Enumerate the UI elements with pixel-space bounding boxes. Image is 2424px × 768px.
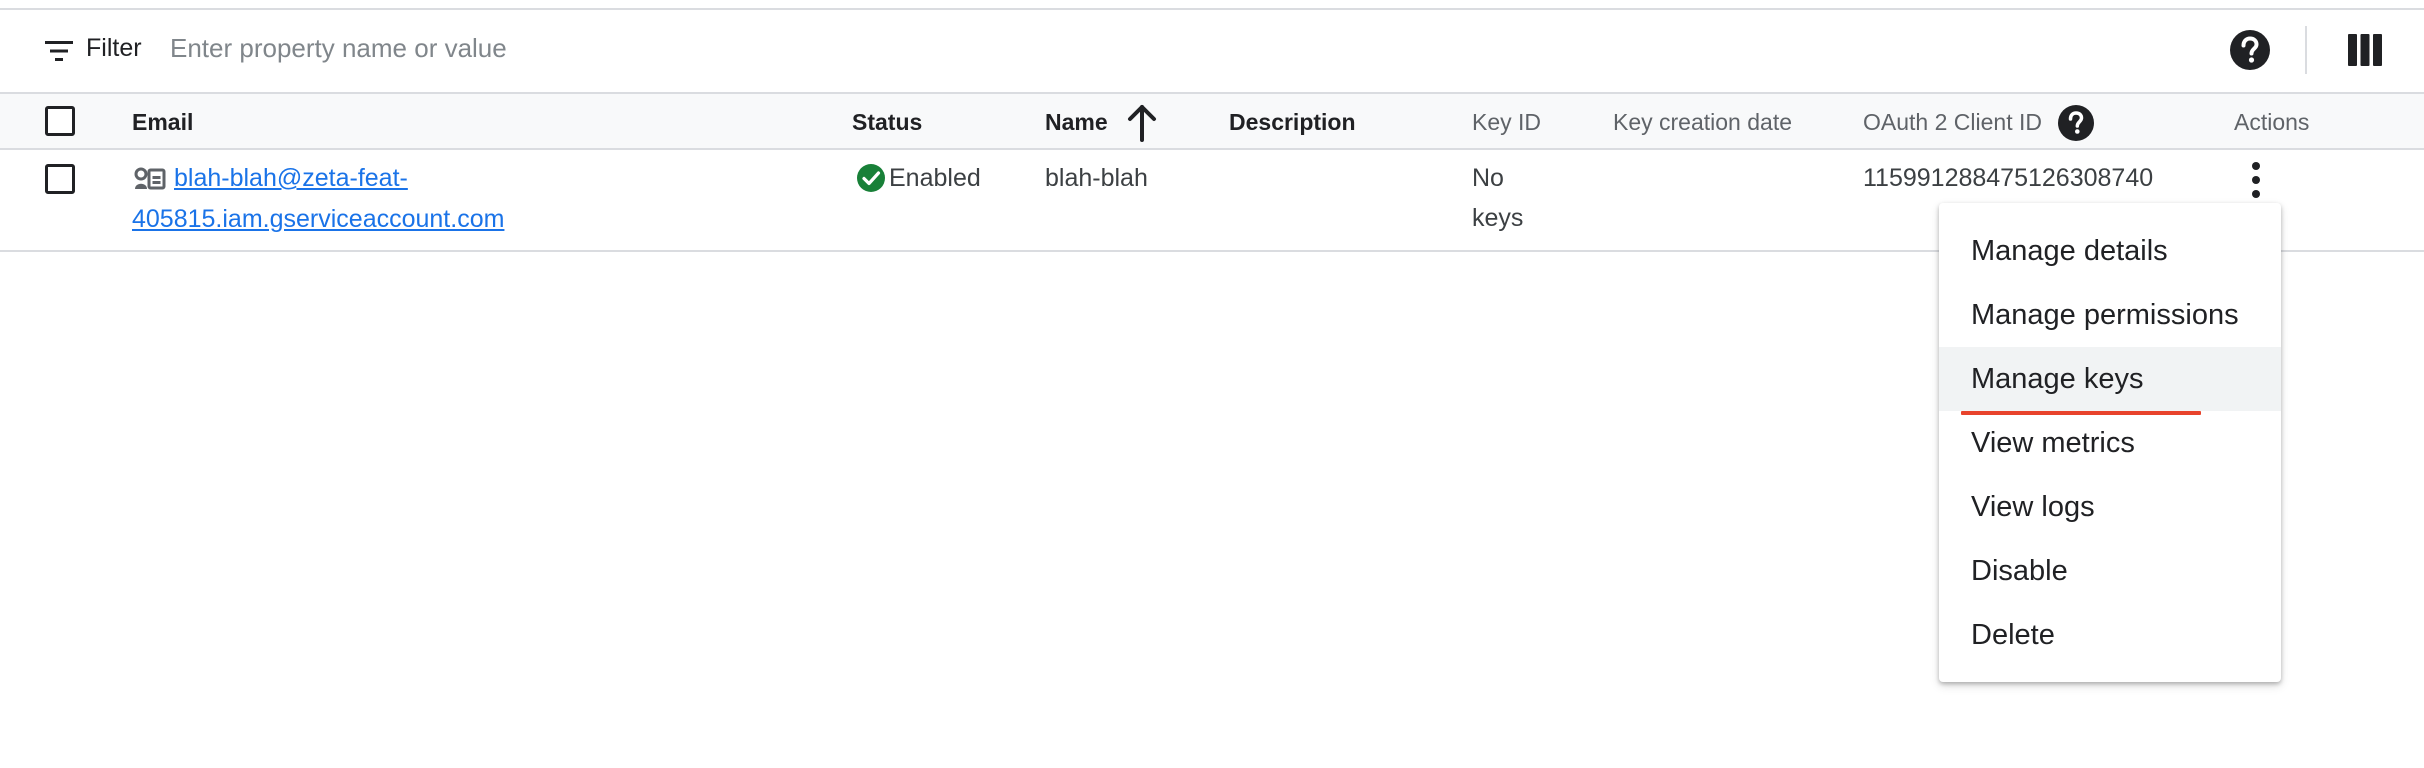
status-text: Enabled	[889, 164, 981, 192]
column-header-description[interactable]: Description	[1229, 108, 1356, 136]
column-header-actions: Actions	[2234, 109, 2310, 135]
menu-item-manage-details[interactable]: Manage details	[1939, 219, 2281, 283]
name-cell: blah-blah	[1045, 164, 1148, 192]
service-account-email-link-continued[interactable]: 405815.iam.gserviceaccount.com	[132, 199, 504, 239]
key-id-cell: No	[1472, 164, 1504, 192]
menu-item-disable[interactable]: Disable	[1939, 539, 2281, 603]
toolbar-divider	[2305, 26, 2307, 74]
service-accounts-page: Filter Email Status Name Description Key…	[0, 0, 2424, 768]
sort-ascending-arrow-icon[interactable]	[1126, 104, 1158, 142]
column-header-oauth-client-id: OAuth 2 Client ID	[1863, 109, 2042, 135]
menu-item-manage-keys[interactable]: Manage keys	[1939, 347, 2281, 415]
menu-item-delete[interactable]: Delete	[1939, 603, 2281, 667]
filter-label: Filter	[86, 34, 142, 62]
table-header-row: Email Status Name Description Key ID Key…	[0, 92, 2424, 150]
column-header-name[interactable]: Name	[1045, 108, 1108, 136]
filter-bar: Filter	[0, 10, 2424, 92]
filter-icon[interactable]	[44, 38, 74, 64]
key-id-cell-continued: keys	[1472, 204, 1524, 232]
column-header-key-id: Key ID	[1472, 109, 1542, 135]
service-account-icon	[134, 167, 166, 190]
menu-item-manage-keys-label: Manage keys	[1971, 363, 2144, 395]
row-checkbox[interactable]	[45, 164, 75, 194]
column-header-key-creation-date: Key creation date	[1613, 109, 1793, 135]
select-all-checkbox[interactable]	[45, 106, 75, 136]
actions-menu: Manage details Manage permissions Manage…	[1939, 203, 2281, 682]
oauth-help-icon[interactable]	[2057, 104, 2095, 142]
oauth-client-id-cell: 115991288475126308740	[1863, 164, 2154, 192]
menu-item-manage-permissions[interactable]: Manage permissions	[1939, 283, 2281, 347]
column-header-email[interactable]: Email	[132, 108, 193, 136]
column-display-icon[interactable]	[2346, 30, 2384, 70]
filter-input[interactable]	[170, 28, 1070, 68]
column-header-status[interactable]: Status	[852, 108, 922, 136]
more-actions-icon[interactable]	[2246, 160, 2266, 200]
service-account-email-link[interactable]: blah-blah@zeta-feat-	[174, 158, 408, 198]
check-circle-icon	[857, 164, 885, 192]
menu-item-view-metrics[interactable]: View metrics	[1939, 411, 2281, 475]
menu-item-view-logs[interactable]: View logs	[1939, 475, 2281, 539]
help-circle-icon[interactable]	[2228, 28, 2272, 72]
